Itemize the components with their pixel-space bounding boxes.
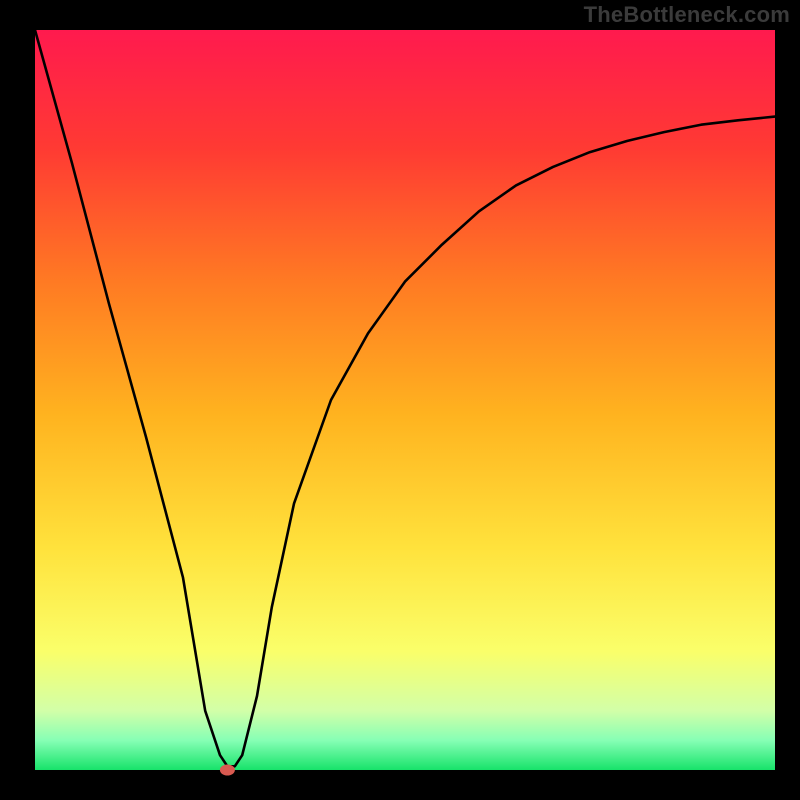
gradient-panel (35, 30, 775, 770)
chart-frame: TheBottleneck.com (0, 0, 800, 800)
minimum-marker (220, 765, 234, 775)
chart-svg (0, 0, 800, 800)
plot-area (0, 0, 800, 800)
watermark-text: TheBottleneck.com (584, 2, 790, 28)
